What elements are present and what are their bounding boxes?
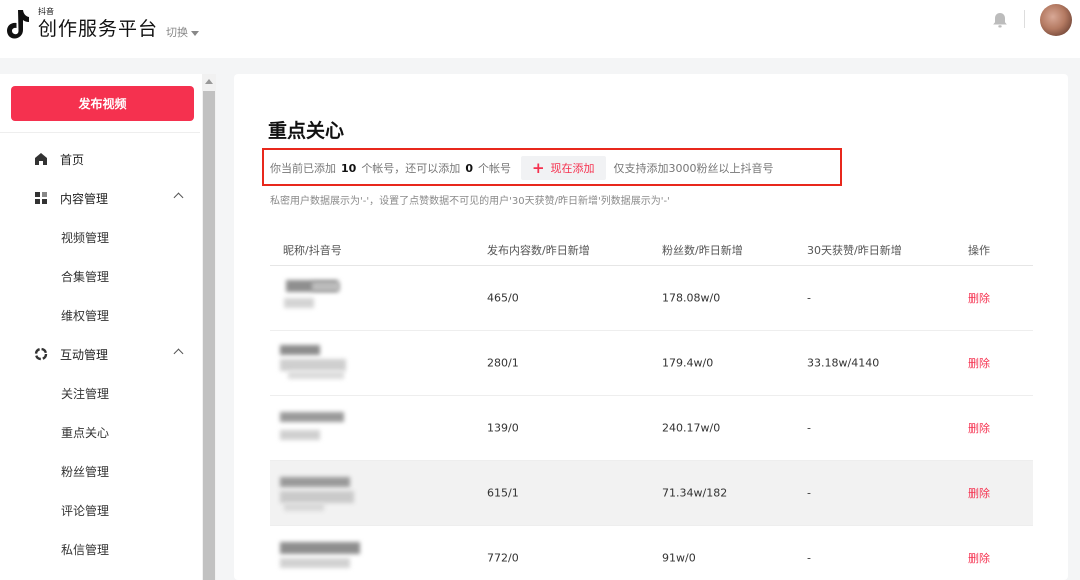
sidebar-item-label: 关注管理 — [61, 386, 110, 401]
posts-cell: 615/1 — [487, 486, 519, 500]
publish-video-button[interactable]: 发布视频 — [11, 86, 194, 121]
header-divider — [1024, 10, 1025, 28]
key-care-table: 昵称/抖音号 发布内容数/昨日新增 粉丝数/昨日新增 30天获赞/昨日新增 操作… — [270, 234, 1033, 580]
chevron-up-icon — [173, 192, 184, 203]
sidebar-item-home[interactable]: 首页 — [34, 148, 194, 170]
column-header: 发布内容数/昨日新增 — [487, 243, 590, 257]
posts-cell: 139/0 — [487, 421, 519, 435]
blurred-nickname — [278, 408, 364, 448]
sidebar-item-label: 视频管理 — [61, 230, 110, 245]
sidebar-item-message-manage[interactable]: 私信管理 — [61, 538, 109, 560]
delete-link[interactable]: 删除 — [968, 355, 990, 371]
sidebar-item-label: 首页 — [60, 152, 85, 167]
posts-cell: 280/1 — [487, 356, 519, 370]
delete-link[interactable]: 删除 — [968, 550, 990, 566]
page-title: 重点关心 — [268, 120, 345, 142]
switch-dropdown[interactable]: 切换 — [166, 24, 199, 40]
fans-cell: 71.34w/182 — [662, 486, 728, 500]
quota-suffix: 个帐号 — [477, 162, 511, 175]
sidebar-item-label: 评论管理 — [61, 503, 110, 518]
sidebar-item-label: 私信管理 — [61, 542, 110, 557]
delete-link[interactable]: 删除 — [968, 420, 990, 436]
likes-cell: - — [807, 551, 811, 565]
interaction-icon — [34, 347, 48, 361]
remaining-count: 0 — [465, 161, 473, 175]
sidebar-item-label: 重点关心 — [61, 425, 110, 440]
sidebar-item-interaction[interactable]: 互动管理 — [34, 343, 194, 365]
column-header: 昵称/抖音号 — [283, 243, 342, 257]
quota-mid: 个帐号，还可以添加 — [361, 162, 461, 175]
quota-info: 你当前已添加 10 个帐号，还可以添加 0 个帐号 + 现在添加 仅支持添加30… — [270, 156, 774, 180]
avatar[interactable] — [1040, 4, 1072, 36]
plus-icon: + — [531, 158, 545, 177]
sidebar-item-fans-manage[interactable]: 粉丝管理 — [61, 460, 109, 482]
delete-link[interactable]: 删除 — [968, 290, 990, 306]
likes-cell: - — [807, 421, 811, 435]
blurred-nickname — [278, 278, 364, 318]
sidebar-item-key-care[interactable]: 重点关心 — [61, 421, 109, 443]
add-now-button[interactable]: + 现在添加 — [520, 156, 606, 180]
switch-label: 切换 — [166, 26, 188, 39]
column-header: 操作 — [968, 243, 990, 257]
sidebar-item-video-manage[interactable]: 视频管理 — [61, 226, 109, 248]
fans-cell: 179.4w/0 — [662, 356, 714, 370]
column-header: 粉丝数/昨日新增 — [662, 243, 743, 257]
sidebar-scroll-thumb[interactable] — [203, 91, 215, 580]
added-count: 10 — [341, 161, 357, 175]
table-header: 昵称/抖音号 发布内容数/昨日新增 粉丝数/昨日新增 30天获赞/昨日新增 操作 — [270, 234, 1033, 266]
quota-prefix: 你当前已添加 — [270, 162, 336, 175]
home-icon — [35, 153, 47, 165]
bell-icon[interactable] — [991, 11, 1009, 29]
chevron-up-icon — [173, 348, 184, 359]
posts-cell: 772/0 — [487, 551, 519, 565]
sidebar-item-follow-manage[interactable]: 关注管理 — [61, 382, 109, 404]
blurred-nickname — [278, 343, 364, 383]
table-row: 772/0 91w/0 - 删除 — [270, 526, 1033, 580]
sidebar-item-label: 内容管理 — [60, 191, 109, 206]
sidebar-item-rights-manage[interactable]: 维权管理 — [61, 304, 109, 326]
content-grid-icon — [35, 192, 47, 204]
scroll-up-arrow-icon[interactable] — [205, 79, 213, 84]
requirement-text: 仅支持添加3000粉丝以上抖音号 — [613, 162, 774, 175]
sidebar-item-comment-manage[interactable]: 评论管理 — [61, 499, 109, 521]
sidebar-item-label: 维权管理 — [61, 308, 110, 323]
caret-down-icon — [191, 30, 199, 36]
blurred-nickname — [278, 538, 364, 578]
table-row: 465/0 178.08w/0 - 删除 — [270, 266, 1033, 331]
privacy-note: 私密用户数据展示为'-'，设置了点赞数据不可见的用户'30天获赞/昨日新增'列数… — [270, 196, 670, 207]
likes-cell: - — [807, 486, 811, 500]
blurred-nickname — [278, 473, 364, 513]
sidebar-item-label: 粉丝管理 — [61, 464, 110, 479]
fans-cell: 178.08w/0 — [662, 291, 721, 305]
sidebar-divider — [0, 132, 200, 133]
table-row: 615/1 71.34w/182 - 删除 — [270, 461, 1033, 526]
sidebar-item-label: 合集管理 — [61, 269, 110, 284]
likes-cell: - — [807, 291, 811, 305]
delete-link[interactable]: 删除 — [968, 485, 990, 501]
brand-title: 创作服务平台 — [38, 18, 159, 40]
posts-cell: 465/0 — [487, 291, 519, 305]
table-row: 280/1 179.4w/0 33.18w/4140 删除 — [270, 331, 1033, 396]
sidebar-item-content[interactable]: 内容管理 — [34, 187, 194, 209]
likes-cell: 33.18w/4140 — [807, 356, 880, 370]
sidebar-item-label: 互动管理 — [60, 347, 109, 362]
column-header: 30天获赞/昨日新增 — [807, 243, 902, 257]
fans-cell: 91w/0 — [662, 551, 696, 565]
table-row: 139/0 240.17w/0 - 删除 — [270, 396, 1033, 461]
add-now-label: 现在添加 — [550, 162, 595, 175]
main-panel: 重点关心 你当前已添加 10 个帐号，还可以添加 0 个帐号 + 现在添加 仅支… — [234, 74, 1068, 580]
top-bar: 抖音 创作服务平台 切换 — [0, 0, 1080, 58]
sidebar-item-collection-manage[interactable]: 合集管理 — [61, 265, 109, 287]
douyin-logo-icon[interactable] — [6, 8, 30, 40]
sidebar: 发布视频 首页 内容管理 视频管理 合集管理 维权管理 互动管理 关注管理 重点… — [0, 74, 216, 580]
fans-cell: 240.17w/0 — [662, 421, 721, 435]
